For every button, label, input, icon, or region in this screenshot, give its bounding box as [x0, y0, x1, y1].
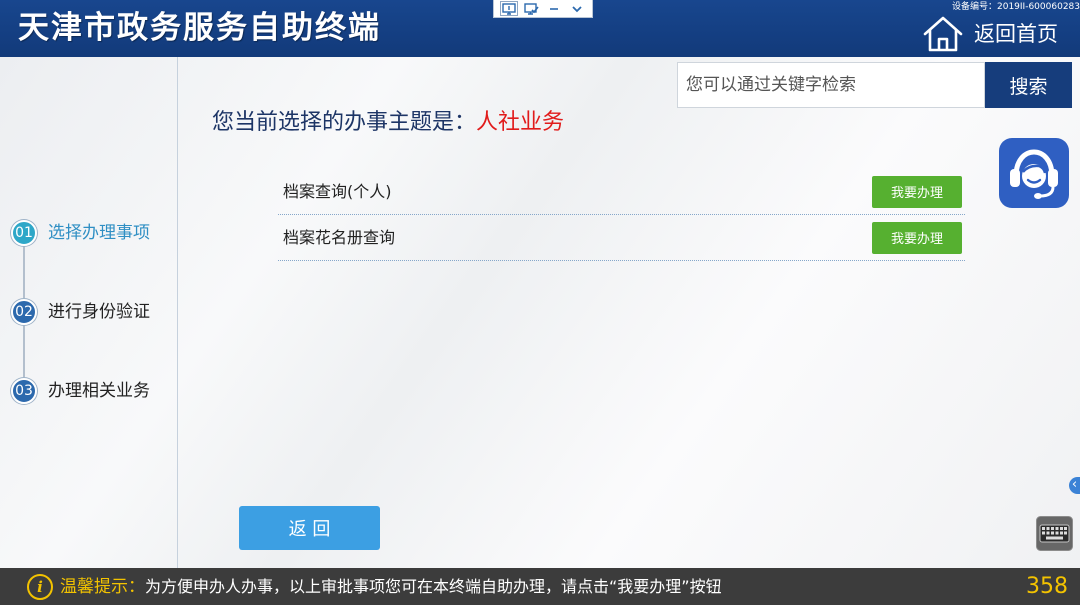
monitor-icon[interactable]	[500, 1, 519, 16]
topic-prefix: 您当前选择的办事主题是：	[212, 110, 477, 135]
step-identity-verification: 02 进行身份验证	[0, 299, 170, 325]
apply-button[interactable]: 我要办理	[872, 175, 962, 208]
sidebar-divider	[177, 57, 178, 568]
tip-label: 温馨提示：	[60, 576, 145, 597]
home-button-label: 返回首页	[974, 22, 1058, 46]
list-item: 档案查询(个人) 我要办理	[278, 169, 965, 215]
search-bar: 搜索	[677, 62, 1072, 108]
countdown-timer: 358	[1026, 574, 1068, 599]
step-label: 进行身份验证	[48, 302, 150, 322]
apply-button[interactable]: 我要办理	[872, 221, 962, 254]
item-list: 档案查询(个人) 我要办理 档案花名册查询 我要办理	[278, 169, 965, 261]
back-button[interactable]: 返 回	[239, 506, 380, 550]
step-handle-business: 03 办理相关业务	[0, 378, 170, 404]
step-number: 03	[11, 378, 37, 404]
step-label: 办理相关业务	[48, 381, 150, 401]
home-icon	[922, 15, 964, 53]
device-id: 设备编号：2019II-600060283	[952, 2, 1080, 12]
step-number: 01	[11, 220, 37, 246]
list-item: 档案花名册查询 我要办理	[278, 215, 965, 261]
search-input[interactable]	[677, 62, 985, 108]
search-button[interactable]: 搜索	[985, 62, 1072, 108]
info-icon: i	[27, 573, 53, 600]
step-number: 02	[11, 299, 37, 325]
home-button[interactable]: 返回首页	[922, 14, 1072, 54]
topic-name: 人社业务	[476, 110, 565, 135]
floating-toolbar	[493, 0, 593, 18]
monitor-check-icon[interactable]	[523, 1, 541, 16]
topic-heading: 您当前选择的办事主题是：人社业务	[212, 108, 564, 138]
keyboard-icon[interactable]	[1036, 516, 1073, 551]
app-title: 天津市政务服务自助终端	[18, 10, 381, 46]
footer-tip-bar: i 温馨提示： 为方便申办人办事，以上审批事项您可在本终端自助办理，请点击“我要…	[0, 568, 1080, 605]
step-select-item: 01 选择办理事项	[0, 220, 170, 246]
chevron-left-icon[interactable]: ‹	[1069, 477, 1080, 494]
item-name: 档案花名册查询	[283, 227, 396, 247]
chevron-down-icon[interactable]	[568, 1, 586, 16]
customer-service-icon[interactable]	[999, 138, 1069, 208]
tip-text: 为方便申办人办事，以上审批事项您可在本终端自助办理，请点击“我要办理”按钮	[145, 576, 722, 596]
item-name: 档案查询(个人)	[283, 181, 392, 201]
minimize-icon[interactable]	[545, 1, 563, 16]
step-label: 选择办理事项	[48, 223, 150, 243]
